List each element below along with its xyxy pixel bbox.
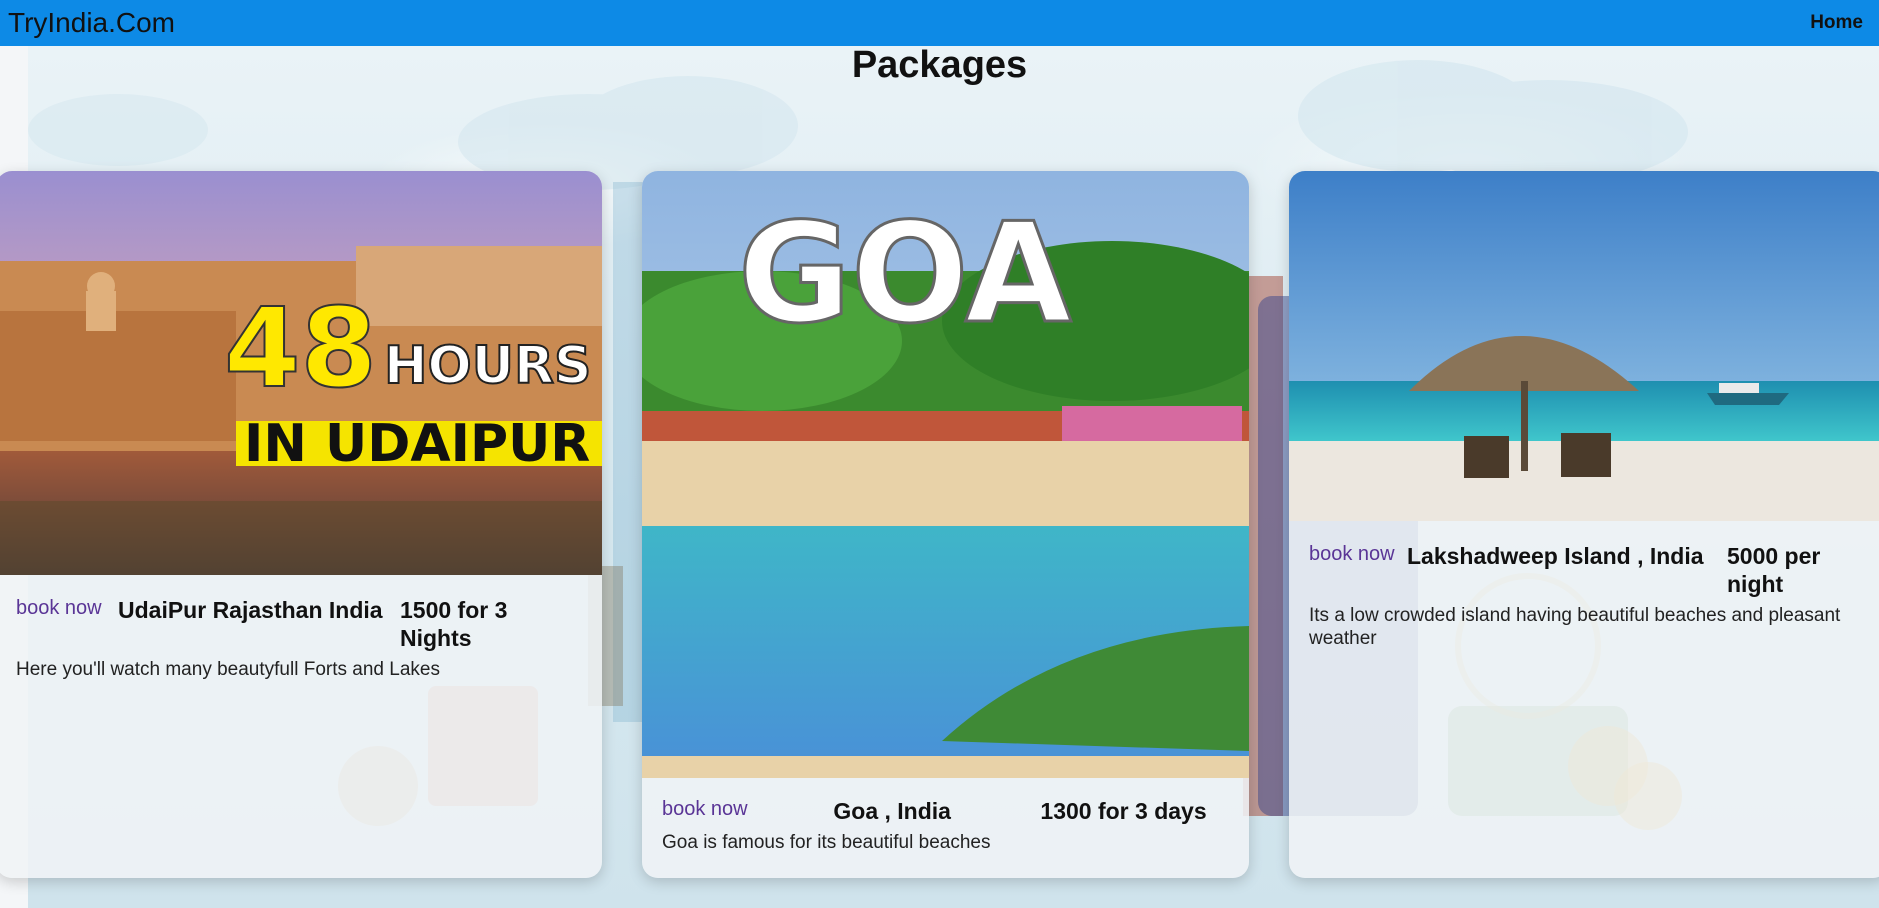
- package-description: Goa is famous for its beautiful beaches: [662, 832, 991, 853]
- package-title: UdaiPur Rajasthan India: [118, 597, 383, 623]
- package-title: Lakshadweep Island , India: [1407, 543, 1704, 569]
- udaipur-image-line2: IN UDAIPUR: [244, 414, 590, 474]
- package-price: 1500 for 3 Nights: [400, 597, 508, 651]
- udaipur-image-number: 48: [224, 284, 377, 412]
- package-price: 1300 for 3 days: [1040, 798, 1207, 824]
- package-price: 5000 per night: [1727, 543, 1821, 597]
- udaipur-card-body: book now UdaiPur Rajasthan India 1500 fo…: [0, 596, 602, 681]
- package-card-lakshadweep: book now Lakshadweep Island , India 5000…: [1289, 171, 1879, 878]
- udaipur-image: 48 HOURS IN UDAIPUR: [0, 171, 602, 575]
- book-now-link[interactable]: book now: [1309, 542, 1407, 566]
- package-title: Goa , India: [833, 798, 951, 824]
- package-card-goa: GOA book now Goa , India 1300 for 3 days…: [642, 171, 1249, 878]
- brand-logo-text[interactable]: TryIndia.Com: [8, 7, 175, 39]
- package-description: Here you'll watch many beautyfull Forts …: [16, 659, 440, 680]
- lakshadweep-image: [1289, 171, 1879, 521]
- nav-home-link[interactable]: Home: [1810, 12, 1863, 34]
- package-description: Its a low crowded island having beautifu…: [1309, 605, 1841, 649]
- book-now-link[interactable]: book now: [16, 596, 118, 620]
- page-title: Packages: [851, 44, 1028, 86]
- lakshadweep-card-body: book now Lakshadweep Island , India 5000…: [1289, 542, 1879, 650]
- book-now-link[interactable]: book now: [662, 797, 833, 821]
- top-navbar: TryIndia.Com Home: [0, 0, 1879, 46]
- udaipur-image-word: HOURS: [384, 336, 591, 396]
- goa-image-text: GOA: [738, 193, 1072, 354]
- package-card-udaipur: 48 HOURS IN UDAIPUR book now UdaiPur Raj…: [0, 171, 602, 878]
- goa-image: GOA: [642, 171, 1249, 778]
- goa-card-body: book now Goa , India 1300 for 3 days Goa…: [642, 797, 1249, 854]
